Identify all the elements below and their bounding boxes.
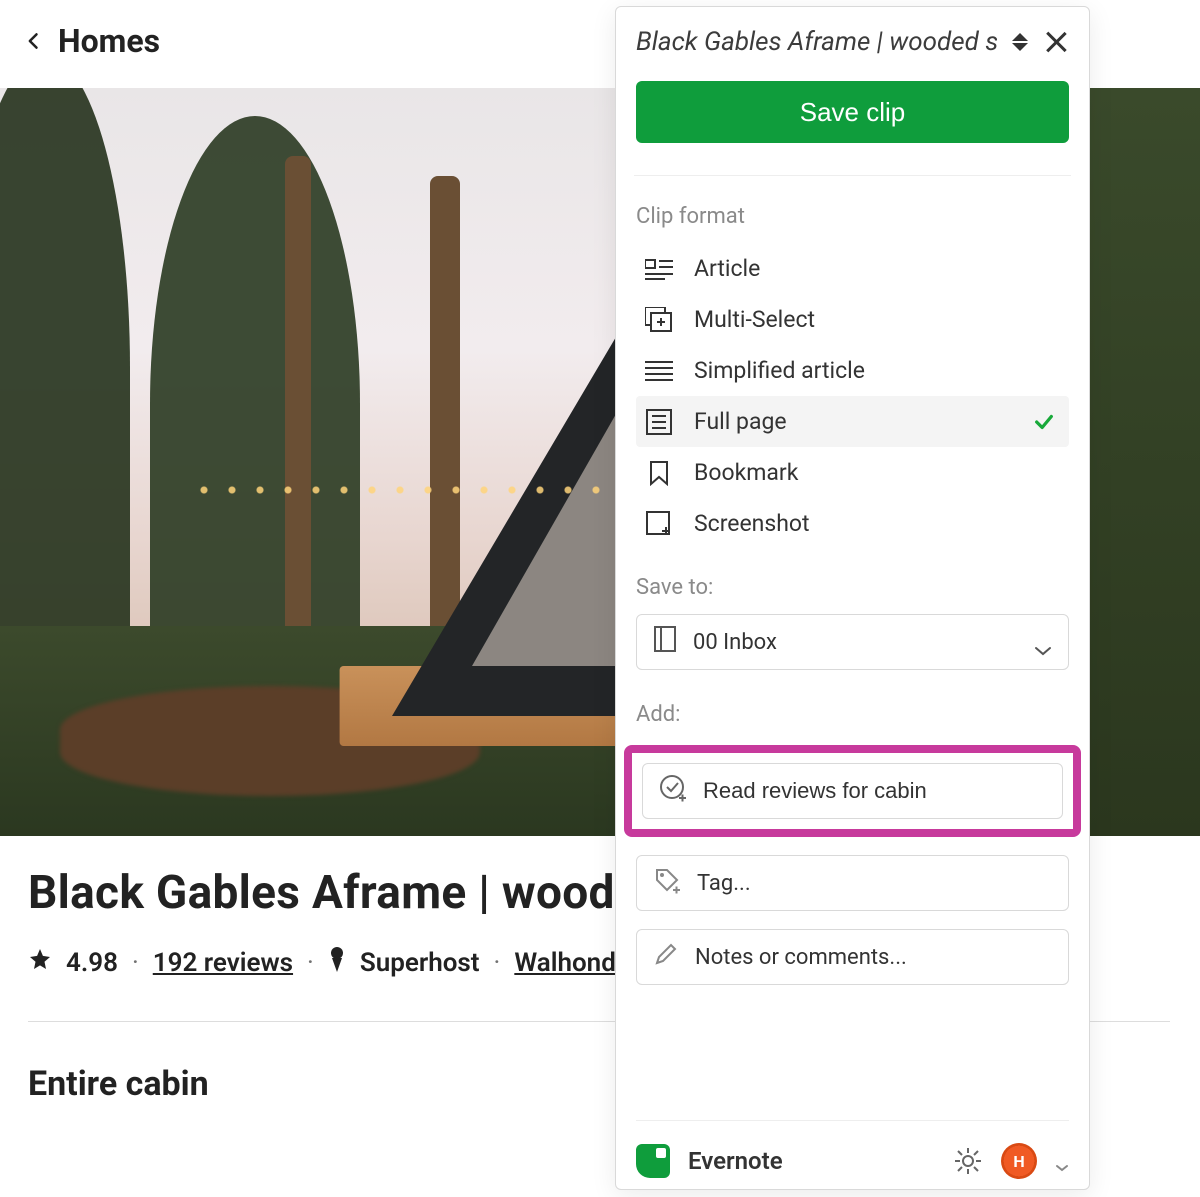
tag-placeholder: Tag... <box>697 871 1052 896</box>
task-field[interactable] <box>642 763 1063 819</box>
format-label: Bookmark <box>694 459 798 486</box>
save-to-section: Save to: 00 Inbox <box>636 575 1069 670</box>
check-icon <box>1033 411 1055 433</box>
separator-dot: · <box>494 948 501 978</box>
bookmark-icon <box>644 460 674 486</box>
format-screenshot[interactable]: Screenshot <box>636 498 1069 549</box>
clip-format-list: Article Multi-Select Simplified article … <box>636 243 1069 549</box>
separator-dot: · <box>132 948 139 978</box>
add-label: Add: <box>636 702 1069 727</box>
save-to-notebook-select[interactable]: 00 Inbox <box>636 614 1069 670</box>
nav-homes-link[interactable]: Homes <box>58 22 160 60</box>
tag-icon <box>653 866 681 900</box>
format-label: Full page <box>694 408 787 435</box>
format-simplified-article[interactable]: Simplified article <box>636 345 1069 396</box>
divider <box>634 175 1071 176</box>
chevron-down-icon[interactable] <box>1055 1157 1069 1165</box>
format-bookmark[interactable]: Bookmark <box>636 447 1069 498</box>
superhost-badge-icon <box>328 946 346 979</box>
full-page-icon <box>644 409 674 435</box>
format-label: Multi-Select <box>694 306 815 333</box>
notebook-icon <box>653 625 677 659</box>
notes-field[interactable]: Notes or comments... <box>636 929 1069 985</box>
clipper-footer: Evernote H <box>636 1120 1069 1179</box>
task-field-highlight <box>624 745 1081 837</box>
multi-select-icon <box>644 307 674 333</box>
format-article[interactable]: Article <box>636 243 1069 294</box>
clip-title[interactable]: Black Gables Aframe | wooded s <box>636 27 997 57</box>
format-label: Article <box>694 255 760 282</box>
task-check-icon <box>659 774 687 808</box>
close-icon[interactable] <box>1043 29 1069 55</box>
reviews-link[interactable]: 192 reviews <box>153 948 293 978</box>
article-icon <box>644 256 674 282</box>
pencil-icon <box>653 941 679 973</box>
save-to-notebook-value: 00 Inbox <box>693 630 777 655</box>
simplified-article-icon <box>644 358 674 384</box>
back-icon[interactable] <box>24 31 44 51</box>
separator-dot: · <box>307 948 314 978</box>
screenshot-icon <box>644 511 674 537</box>
notes-placeholder: Notes or comments... <box>695 945 1052 970</box>
save-clip-button[interactable]: Save clip <box>636 81 1069 143</box>
hero-image-right-strip <box>1090 88 1200 836</box>
avatar[interactable]: H <box>1001 1143 1037 1179</box>
clipper-header: Black Gables Aframe | wooded s <box>636 27 1069 57</box>
gear-icon[interactable] <box>953 1146 983 1176</box>
tag-field[interactable]: Tag... <box>636 855 1069 911</box>
star-icon <box>28 947 52 978</box>
clip-format-label: Clip format <box>636 204 1069 229</box>
superhost-label: Superhost <box>360 948 480 978</box>
web-clipper-panel: Black Gables Aframe | wooded s Save clip… <box>615 6 1090 1190</box>
chevron-down-icon <box>1034 637 1052 647</box>
format-multi-select[interactable]: Multi-Select <box>636 294 1069 345</box>
evernote-logo-icon <box>636 1144 670 1178</box>
format-label: Screenshot <box>694 510 810 537</box>
format-label: Simplified article <box>694 357 865 384</box>
add-section: Add: Tag... Notes or comments... <box>636 702 1069 985</box>
sort-toggle-icon[interactable] <box>1009 33 1031 51</box>
save-to-label: Save to: <box>636 575 1069 600</box>
format-full-page[interactable]: Full page <box>636 396 1069 447</box>
rating-value: 4.98 <box>66 948 118 978</box>
evernote-brand-label: Evernote <box>688 1147 783 1175</box>
task-input[interactable] <box>703 778 1046 804</box>
